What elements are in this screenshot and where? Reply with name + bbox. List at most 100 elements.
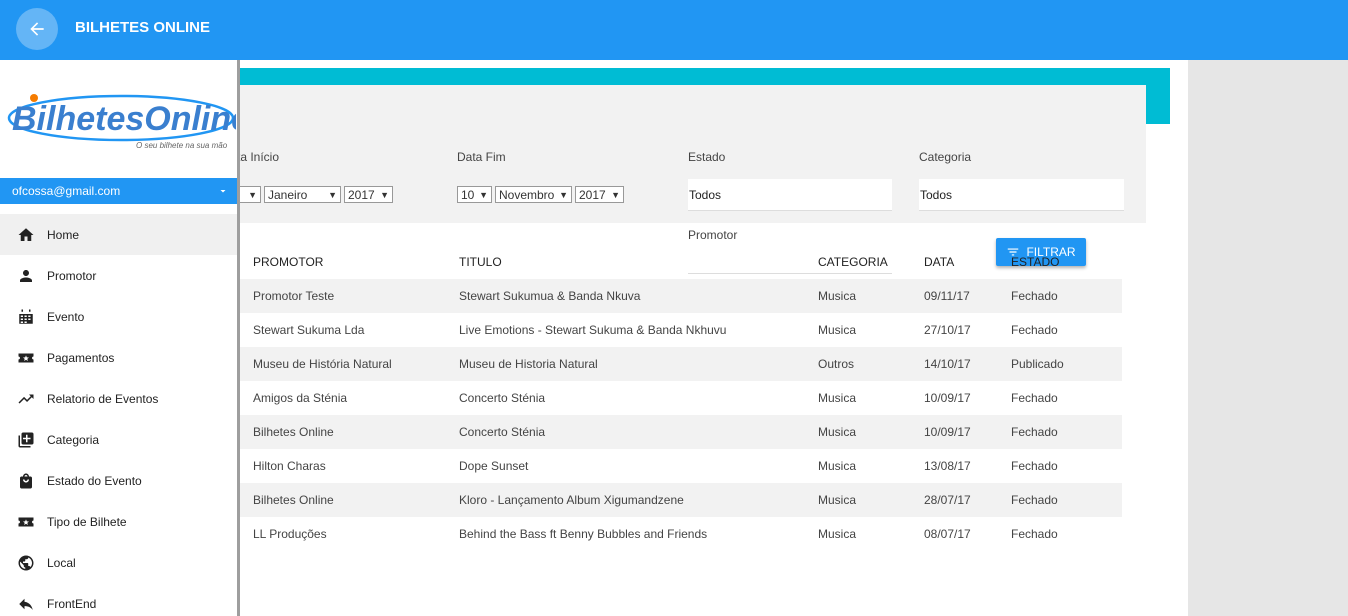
sidebar-item-label: Evento [47,309,85,324]
sidebar-divider [237,60,240,616]
data-inicio-label: ta Início [237,150,280,164]
sidebar-item-tipo-de-bilhete[interactable]: Tipo de Bilhete [0,501,237,542]
sidebar-item-evento[interactable]: Evento [0,296,237,337]
cell-estado: Fechado [1011,323,1058,337]
cell-data: 14/10/17 [924,357,971,371]
sidebar-item-label: Categoria [47,432,100,447]
table-header: PROMOTOR TITULO CATEGORIA DATA ESTADO [178,245,1122,279]
sidebar-item-label: Estado do Evento [47,473,142,488]
reply-icon [17,595,35,613]
estado-select[interactable]: Todos [688,179,892,211]
cell-titulo: Kloro - Lançamento Album Xigumandzene [459,493,684,507]
col-data[interactable]: DATA [924,255,954,269]
cell-estado: Fechado [1011,391,1058,405]
cell-promotor: Bilhetes Online [253,425,334,439]
cell-categoria: Musica [818,425,857,439]
cell-categoria: Musica [818,527,857,541]
cell-estado: Fechado [1011,289,1058,303]
cell-promotor: Hilton Charas [253,459,326,473]
table-row[interactable]: Promotor Teste Stewart Sukumua & Banda Nk… [178,279,1122,313]
sidebar-item-estado-do-evento[interactable]: Estado do Evento [0,460,237,501]
data-fim-month-select[interactable]: Novembro ▼ [495,186,572,203]
categoria-select[interactable]: Todos [919,179,1124,211]
sidebar-item-label: Home [47,227,80,242]
cell-categoria: Musica [818,289,857,303]
table-row[interactable]: Museu de História Natural Museu de Histor… [178,347,1122,381]
sidebar-item-label: Pagamentos [47,350,115,365]
app-title: BILHETES ONLINE [75,19,211,36]
cell-estado: Fechado [1011,493,1058,507]
sidebar-item-frontend[interactable]: FrontEnd [0,583,237,616]
cell-categoria: Musica [818,323,857,337]
cell-data: 08/07/17 [924,527,971,541]
col-titulo[interactable]: TITULO [459,255,502,269]
data-inicio-year-select[interactable]: 2017 ▼ [344,186,393,203]
cell-titulo: Dope Sunset [459,459,529,473]
cell-titulo: Stewart Sukumua & Banda Nkuva [459,289,641,303]
estado-label: Estado [688,150,726,164]
svg-text:O seu bilhete na sua mão: O seu bilhete na sua mão [136,141,228,150]
cell-categoria: Musica [818,459,857,473]
sidebar-item-label: Relatorio de Eventos [47,391,159,406]
table-row[interactable]: Amigos da Sténia Concerto Sténia Musica 10/… [178,381,1122,415]
table-row[interactable]: Bilhetes Online Kloro - Lançamento Album … [178,483,1122,517]
user-email: ofcossa@gmail.com [12,184,121,198]
calendar-icon [17,308,35,326]
cell-promotor: Stewart Sukuma Lda [253,323,365,337]
bilhetes-online-logo: BilhetesOnline O seu bilhete na sua mão [7,94,236,150]
sidebar-item-local[interactable]: Local [0,542,237,583]
data-fim-label: Data Fim [457,150,506,164]
cell-estado: Fechado [1011,425,1058,439]
cell-titulo: Behind the Bass ft Benny Bubbles and Fri… [459,527,708,541]
cell-categoria: Outros [818,357,855,371]
back-button[interactable] [16,8,58,50]
table-row[interactable]: LL Produções Behind the Bass ft Benny Bub… [178,517,1122,551]
cell-data: 10/09/17 [924,425,971,439]
cell-estado: Fechado [1011,527,1058,541]
app-bar: BILHETES ONLINE [0,0,1348,60]
cell-data: 28/07/17 [924,493,971,507]
globe-icon [17,554,35,572]
cell-promotor: Bilhetes Online [253,493,334,507]
sidebar-item-pagamentos[interactable]: Pagamentos [0,337,237,378]
cell-estado: Publicado [1011,357,1064,371]
cell-titulo: Concerto Sténia [459,425,546,439]
data-inicio-month-select[interactable]: Janeiro ▼ [264,186,341,203]
user-account-menu[interactable]: ofcossa@gmail.com [0,178,237,204]
library-icon [17,431,35,449]
sidebar-item-relatorio-de-eventos[interactable]: Relatorio de Eventos [0,378,237,419]
cell-categoria: Musica [818,391,857,405]
home-icon [17,226,35,244]
sidebar-item-label: Local [47,555,76,570]
cell-data: 13/08/17 [924,459,971,473]
promotor-label: Promotor [688,228,738,242]
data-fim-day-select[interactable]: 10 ▼ [457,186,492,203]
cell-estado: Fechado [1011,459,1058,473]
bag-icon [17,472,35,490]
sidebar-item-home[interactable]: Home [0,214,237,255]
caret-down-icon [220,190,226,193]
table-row[interactable]: Bilhetes Online Concerto Sténia Musica 10/0… [178,415,1122,449]
cell-categoria: Musica [818,493,857,507]
cell-data: 10/09/17 [924,391,971,405]
sidebar-item-promotor[interactable]: Promotor [0,255,237,296]
sidebar: BilhetesOnline O seu bilhete na sua mão … [0,60,237,616]
cell-data: 09/11/17 [924,289,970,303]
cell-promotor: LL Produções [253,527,327,541]
ticket-icon [17,349,35,367]
sidebar-item-label: FrontEnd [47,596,97,611]
sidebar-item-label: Promotor [47,268,97,283]
cell-data: 27/10/17 [924,323,971,337]
cell-titulo: Museu de Historia Natural [459,357,598,371]
table-row[interactable]: Hilton Charas Dope Sunset Musica 13/08/17 Fe… [178,449,1122,483]
arrow-back-icon [30,22,44,36]
table-row[interactable]: Stewart Sukuma Lda Live Emotions - Stewar… [178,313,1122,347]
cell-promotor: Museu de História Natural [253,357,392,371]
col-estado[interactable]: ESTADO [1011,255,1059,269]
col-categoria[interactable]: CATEGORIA [818,255,888,269]
data-fim-year-select[interactable]: 2017 ▼ [575,186,624,203]
col-promotor[interactable]: PROMOTOR [253,255,323,269]
sidebar-item-categoria[interactable]: Categoria [0,419,237,460]
cell-titulo: Concerto Sténia [459,391,546,405]
svg-text:BilhetesOnline: BilhetesOnline [12,100,236,138]
